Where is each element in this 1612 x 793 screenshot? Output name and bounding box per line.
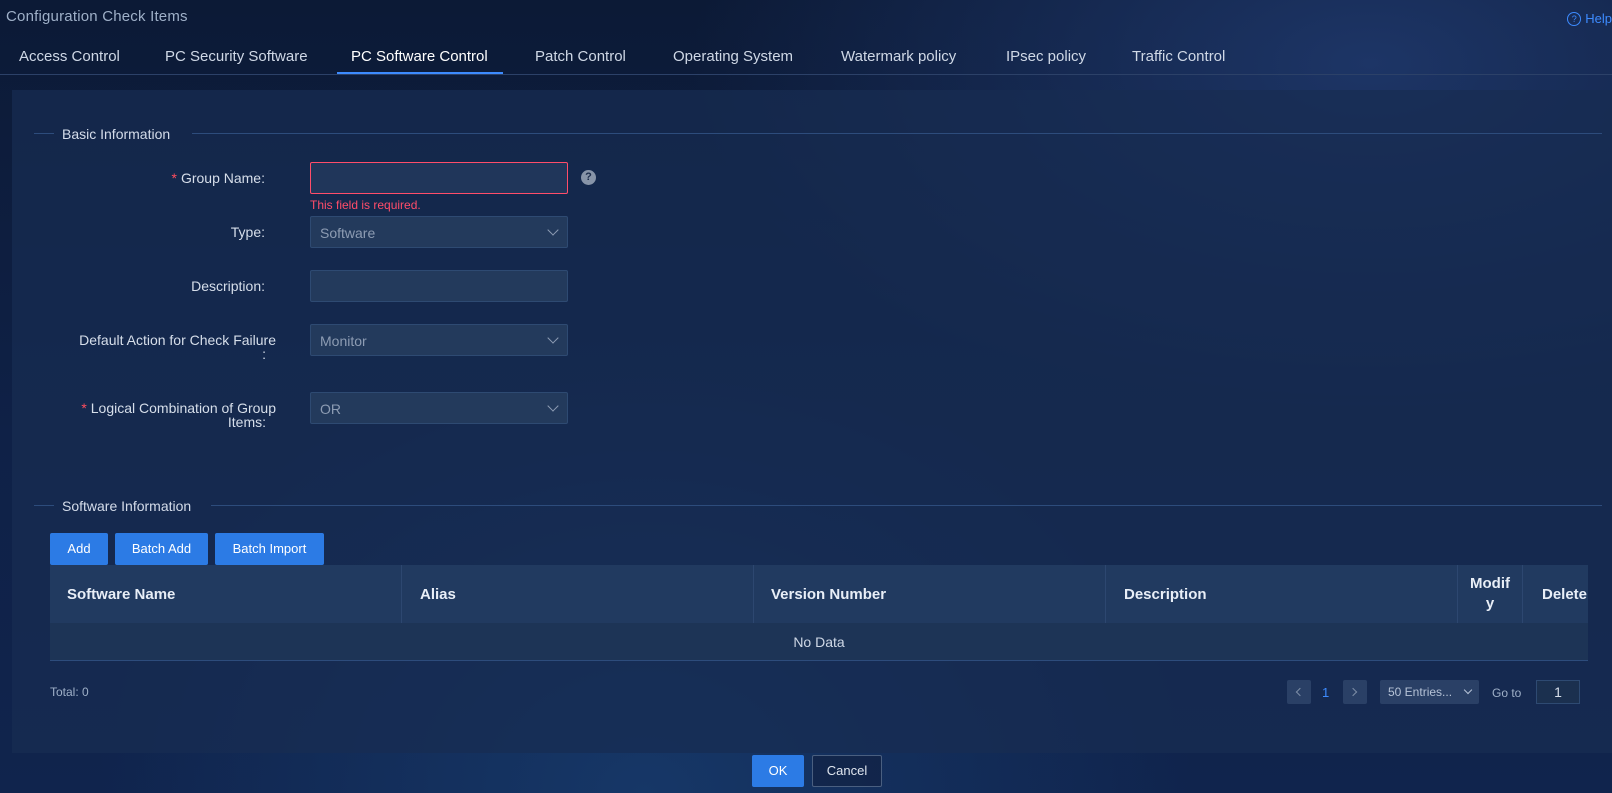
column-divider [401,565,402,623]
logical-combination-label: * Logical Combination of Group Items: [81,400,276,430]
tab-patch-control[interactable]: Patch Control [535,48,626,65]
default-action-label: Default Action for Check Failure : [79,332,276,362]
tab-watermark-policy[interactable]: Watermark policy [841,48,956,65]
group-name-label: * Group Name: [171,170,266,186]
ok-button[interactable]: OK [752,755,804,787]
add-button[interactable]: Add [50,533,108,565]
column-description[interactable]: Description [1124,565,1207,623]
required-mark: * [171,170,177,186]
tab-access-control[interactable]: Access Control [19,48,120,65]
table-body: No Data [50,623,1588,661]
description-input[interactable] [310,270,568,302]
batch-add-button[interactable]: Batch Add [115,533,208,565]
column-divider [753,565,754,623]
column-software-name[interactable]: Software Name [67,565,175,623]
help-icon: ? [1567,11,1582,26]
chevron-down-icon [547,400,559,412]
empty-state-text: No Data [793,634,845,650]
goto-page-input[interactable]: 1 [1536,680,1580,704]
tab-pc-security-software[interactable]: PC Security Software [165,48,308,65]
chevron-down-icon [547,332,559,344]
page-size-value: 50 Entries... [1388,685,1453,699]
default-action-select[interactable]: Monitor [310,324,568,356]
tab-ipsec-policy[interactable]: IPsec policy [1006,48,1086,65]
table-header: Software Name Alias Version Number Descr… [50,565,1588,623]
goto-label: Go to [1492,686,1522,700]
logical-combination-select[interactable]: OR [310,392,568,424]
section-divider [192,133,1602,134]
page-title: Configuration Check Items [6,8,188,25]
tab-traffic-control[interactable]: Traffic Control [1132,48,1225,65]
tab-bar: Access Control PC Security Software PC S… [0,40,1612,75]
logical-combination-value: OR [320,401,341,417]
section-divider [211,505,1602,506]
group-name-input[interactable] [310,162,568,194]
description-label: Description: [191,278,265,294]
active-tab-indicator [337,72,503,74]
column-modify[interactable]: Modif y [1458,565,1522,623]
next-page-button[interactable] [1343,680,1367,704]
help-link[interactable]: ? Help [1567,11,1612,26]
tab-operating-system[interactable]: Operating System [673,48,793,65]
section-divider [34,133,54,134]
question-icon[interactable]: ? [581,170,596,185]
column-alias[interactable]: Alias [420,565,456,623]
type-label: Type: [230,224,265,240]
total-count: Total: 0 [50,685,89,699]
page-size-select[interactable]: 50 Entries... [1380,680,1479,704]
prev-page-button[interactable] [1287,680,1311,704]
current-page[interactable]: 1 [1322,685,1329,700]
type-select[interactable]: Software [310,216,568,248]
software-info-title: Software Information [62,498,192,514]
default-action-value: Monitor [320,333,367,349]
chevron-left-icon [1295,687,1305,697]
column-divider [1522,565,1523,623]
section-divider [34,505,54,506]
column-delete[interactable]: Delete [1542,565,1587,623]
basic-info-title: Basic Information [62,126,171,142]
tab-pc-software-control[interactable]: PC Software Control [351,48,488,65]
chevron-down-icon [1463,685,1473,695]
help-label: Help [1585,11,1612,26]
type-value: Software [320,225,376,241]
chevron-right-icon [1348,687,1358,697]
group-name-error: This field is required. [310,198,421,212]
batch-import-button[interactable]: Batch Import [215,533,324,565]
required-mark: * [81,400,87,416]
column-version-number[interactable]: Version Number [771,565,886,623]
chevron-down-icon [547,224,559,236]
column-divider [1105,565,1106,623]
cancel-button[interactable]: Cancel [812,755,882,787]
